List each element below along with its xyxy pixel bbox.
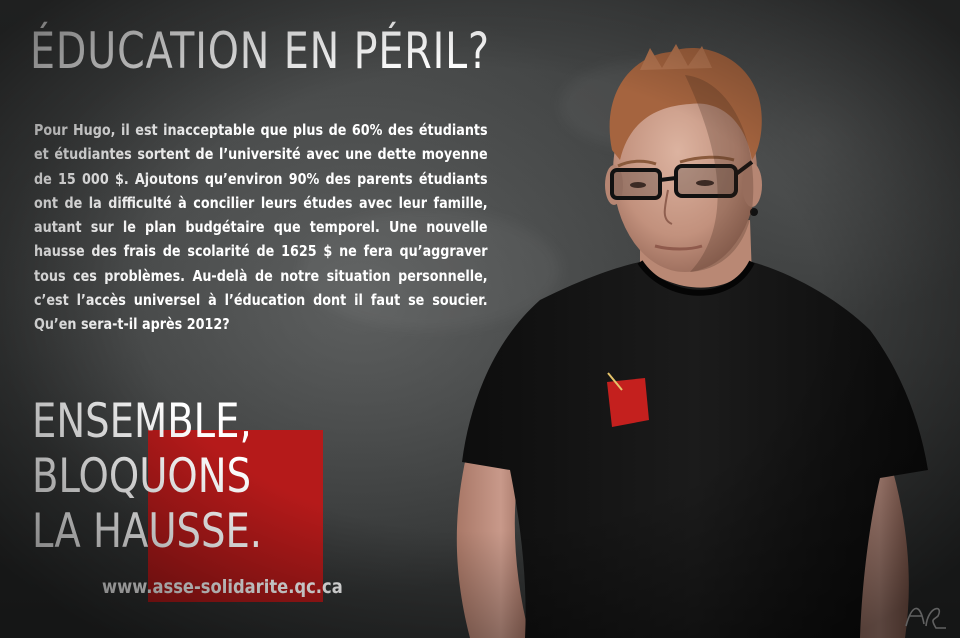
photographer-signature [905, 607, 946, 629]
red-square-pin [607, 378, 649, 427]
slogan-line-3: LA HAUSSE. [32, 504, 263, 559]
website-url: www.asse-solidarite.qc.ca [102, 576, 343, 598]
slogan-line-1: ENSEMBLE, [32, 394, 252, 449]
slogan: ENSEMBLE, BLOQUONS LA HAUSSE. [32, 394, 262, 559]
poster-title: ÉDUCATION EN PÉRIL? [30, 22, 490, 80]
slogan-line-2: BLOQUONS [32, 449, 252, 504]
t-shirt [462, 262, 928, 638]
poster: ÉDUCATION EN PÉRIL? Pour Hugo, il est in… [0, 0, 960, 638]
body-paragraph: Pour Hugo, il est inacceptable que plus … [34, 121, 488, 334]
